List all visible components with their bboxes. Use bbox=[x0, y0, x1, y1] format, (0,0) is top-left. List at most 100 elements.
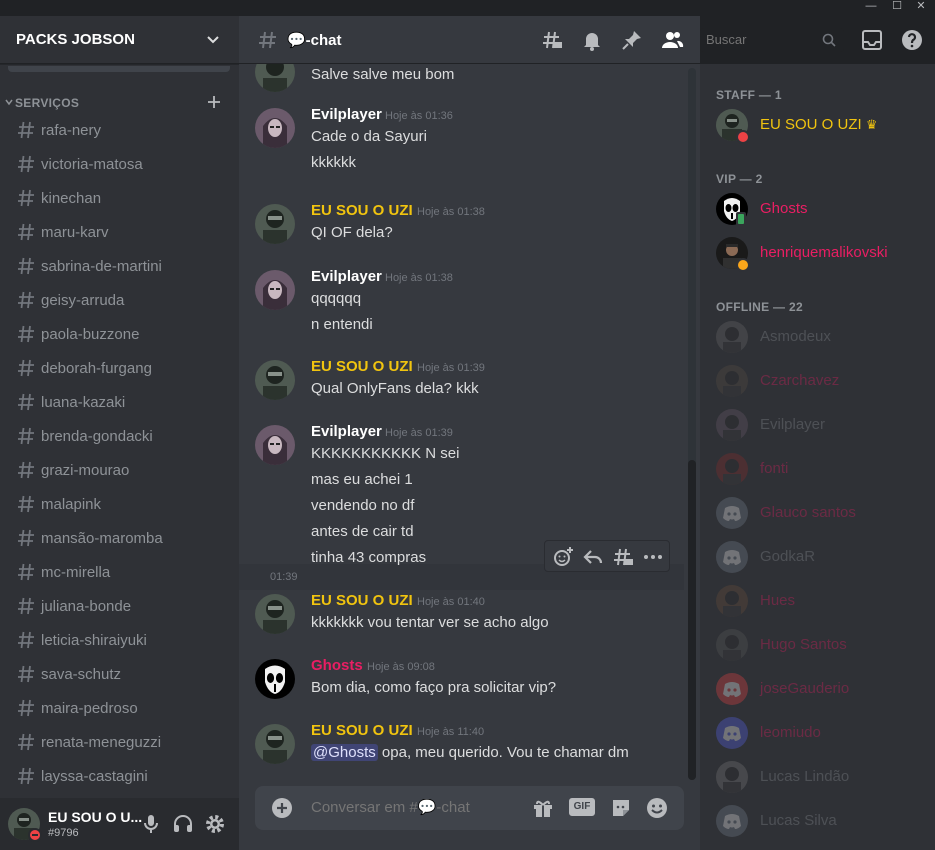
emoji-icon[interactable] bbox=[645, 796, 669, 820]
message-avatar[interactable] bbox=[255, 724, 295, 764]
channel-item[interactable]: mc-mirella bbox=[8, 556, 230, 588]
hashtag-icon bbox=[18, 121, 34, 139]
threads-icon[interactable] bbox=[540, 28, 564, 52]
member-item[interactable]: Evilplayer bbox=[708, 404, 928, 446]
channel-item[interactable]: maru-karv bbox=[8, 216, 230, 248]
add-reaction-icon[interactable] bbox=[551, 545, 575, 569]
member-item[interactable]: fonti bbox=[708, 448, 928, 490]
channel-item[interactable]: sabrina-de-martini bbox=[8, 250, 230, 282]
message-author[interactable]: EU SOU O UZI bbox=[311, 592, 413, 609]
channel-item[interactable]: geisy-arruda bbox=[8, 284, 230, 316]
message-text: qqqqqq bbox=[311, 290, 362, 307]
message-avatar[interactable] bbox=[255, 659, 295, 699]
close-button[interactable]: ✕ bbox=[906, 0, 935, 14]
more-options-icon[interactable] bbox=[641, 545, 665, 569]
message-scrollbar-thumb[interactable] bbox=[688, 460, 696, 780]
channel-name: maru-karv bbox=[41, 224, 109, 241]
member-item[interactable]: Ghosts bbox=[708, 188, 928, 230]
channel-name: kinechan bbox=[41, 190, 102, 207]
member-item[interactable]: Asmodeux bbox=[708, 316, 928, 358]
member-item[interactable]: henriquemalikovski bbox=[708, 232, 928, 274]
message-avatar[interactable] bbox=[255, 360, 295, 400]
add-channel-icon[interactable] bbox=[206, 94, 222, 110]
create-thread-icon[interactable] bbox=[611, 545, 635, 569]
microphone-icon[interactable] bbox=[139, 812, 163, 836]
message-avatar[interactable] bbox=[255, 204, 295, 244]
reply-icon[interactable] bbox=[581, 545, 605, 569]
member-name: Glauco santos bbox=[760, 504, 856, 521]
message-author[interactable]: Evilplayer bbox=[311, 268, 382, 285]
member-list-icon[interactable] bbox=[660, 28, 684, 52]
member-item[interactable]: Hugo Santos bbox=[708, 624, 928, 666]
message-author[interactable]: Ghosts bbox=[311, 657, 363, 674]
message-author[interactable]: Evilplayer bbox=[311, 423, 382, 440]
member-item[interactable]: Lucas Silva bbox=[708, 800, 928, 842]
channel-item[interactable]: leticia-shiraiyuki bbox=[8, 624, 230, 656]
channel-item[interactable]: layssa-castagini bbox=[8, 760, 230, 792]
hashtag-icon bbox=[18, 563, 34, 581]
channel-item[interactable]: paola-buzzone bbox=[8, 318, 230, 350]
gear-icon[interactable] bbox=[203, 812, 227, 836]
channel-item[interactable]: victoria-matosa bbox=[8, 148, 230, 180]
headphones-icon[interactable] bbox=[171, 812, 195, 836]
pin-icon[interactable] bbox=[620, 28, 644, 52]
gift-icon[interactable] bbox=[531, 796, 555, 820]
chevron-down-icon bbox=[5, 99, 13, 106]
inbox-icon[interactable] bbox=[860, 28, 884, 52]
message-avatar[interactable] bbox=[255, 594, 295, 634]
server-header[interactable]: PACKS JOBSON bbox=[0, 16, 239, 64]
member-item[interactable]: Czarchavez bbox=[708, 360, 928, 402]
channel-item[interactable]: juliana-bonde bbox=[8, 590, 230, 622]
message-avatar[interactable] bbox=[255, 425, 295, 465]
message-avatar-partial[interactable] bbox=[255, 64, 295, 92]
message-input[interactable] bbox=[311, 799, 521, 816]
add-attachment-icon[interactable] bbox=[271, 797, 293, 819]
search-input[interactable] bbox=[706, 32, 816, 47]
channel-item[interactable]: sava-schutz bbox=[8, 658, 230, 690]
help-icon[interactable] bbox=[900, 28, 924, 52]
message-text: n entendi bbox=[311, 316, 373, 333]
channel-item[interactable]: deborah-furgang bbox=[8, 352, 230, 384]
channel-item[interactable]: brenda-gondacki bbox=[8, 420, 230, 452]
channel-name: paola-buzzone bbox=[41, 326, 140, 343]
message-author[interactable]: EU SOU O UZI bbox=[311, 202, 413, 219]
notification-bell-icon[interactable] bbox=[580, 28, 604, 52]
message-timestamp: Hoje às 01:40 bbox=[417, 596, 485, 608]
search-box[interactable] bbox=[700, 28, 844, 52]
member-name: GodkaR bbox=[760, 548, 816, 565]
channel-item[interactable]: maira-pedroso bbox=[8, 692, 230, 724]
channel-name: layssa-castagini bbox=[41, 768, 148, 785]
gif-button[interactable]: GIF bbox=[569, 798, 595, 816]
channel-item[interactable]: malapink bbox=[8, 488, 230, 520]
member-item[interactable]: joseGauderio bbox=[708, 668, 928, 710]
member-item[interactable]: Glauco santos bbox=[708, 492, 928, 534]
channel-item[interactable]: luana-kazaki bbox=[8, 386, 230, 418]
member-name: Hues bbox=[760, 592, 796, 609]
user-mention[interactable]: @Ghosts bbox=[311, 744, 378, 761]
hashtag-icon bbox=[18, 733, 34, 751]
member-name: Lucas Lindão bbox=[760, 768, 850, 785]
member-item[interactable]: leomiudo bbox=[708, 712, 928, 754]
category-servicos[interactable]: SERVIÇOS bbox=[0, 94, 239, 112]
member-name: Evilplayer bbox=[760, 416, 826, 433]
channel-name: grazi-mourao bbox=[41, 462, 130, 479]
message-author[interactable]: Evilplayer bbox=[311, 106, 382, 123]
user-tag: #9796 bbox=[48, 827, 79, 839]
channel-item[interactable]: mansão-maromba bbox=[8, 522, 230, 554]
sticker-icon[interactable] bbox=[609, 796, 633, 820]
member-item[interactable]: Hues bbox=[708, 580, 928, 622]
member-item[interactable]: GodkaR bbox=[708, 536, 928, 578]
channel-item[interactable]: renata-meneguzzi bbox=[8, 726, 230, 758]
channel-item[interactable]: rafa-nery bbox=[8, 114, 230, 146]
member-item[interactable]: EU SOU O UZI ♛ bbox=[708, 104, 928, 146]
member-avatar bbox=[716, 673, 748, 705]
member-category-offline: OFFLINE — 22 bbox=[716, 300, 803, 314]
message-author[interactable]: EU SOU O UZI bbox=[311, 358, 413, 375]
hashtag-icon bbox=[18, 767, 34, 785]
message-author[interactable]: EU SOU O UZI bbox=[311, 722, 413, 739]
message-avatar[interactable] bbox=[255, 108, 295, 148]
member-item[interactable]: Lucas Lindão bbox=[708, 756, 928, 798]
message-avatar[interactable] bbox=[255, 270, 295, 310]
channel-item[interactable]: kinechan bbox=[8, 182, 230, 214]
channel-item[interactable]: grazi-mourao bbox=[8, 454, 230, 486]
